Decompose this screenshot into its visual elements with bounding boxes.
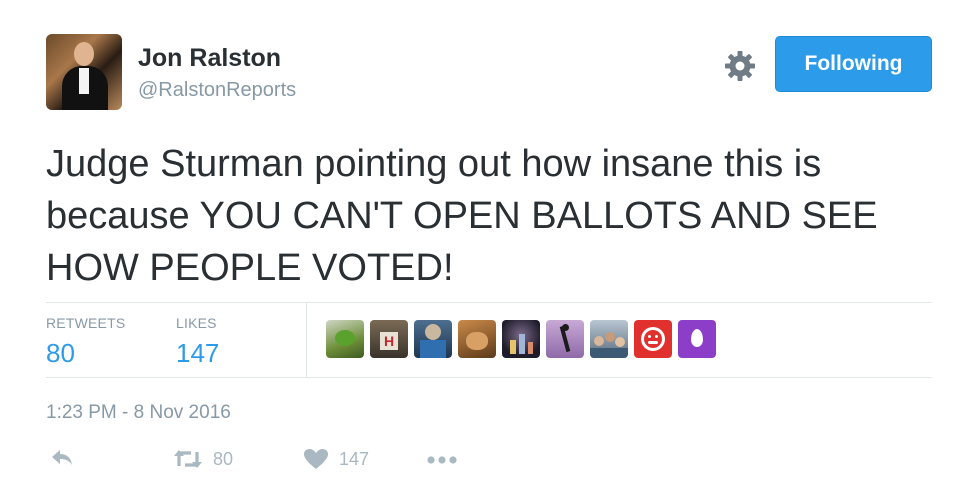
group-photo-avatar[interactable] xyxy=(590,320,628,358)
retweets-label[interactable]: RETWEETS xyxy=(46,315,125,331)
divider xyxy=(46,302,931,303)
following-button[interactable]: Following xyxy=(775,36,932,92)
tweet-timestamp[interactable]: 1:23 PM - 8 Nov 2016 xyxy=(46,402,231,424)
reply-icon xyxy=(52,450,72,465)
dog-avatar[interactable] xyxy=(458,320,496,358)
heart-icon xyxy=(304,449,328,469)
retweet-icon xyxy=(174,450,202,468)
city-night-avatar[interactable] xyxy=(502,320,540,358)
author-avatar[interactable] xyxy=(46,34,122,110)
more-button[interactable] xyxy=(426,455,458,465)
author-handle[interactable]: @RalstonReports xyxy=(138,79,296,102)
author-name[interactable]: Jon Ralston xyxy=(138,44,281,73)
like-count: 147 xyxy=(339,448,370,469)
reply-button[interactable] xyxy=(50,448,74,468)
like-button[interactable]: 147 xyxy=(303,448,369,470)
retweet-button[interactable]: 80 xyxy=(173,448,233,470)
purple-egg-avatar[interactable] xyxy=(678,320,716,358)
letter-h-avatar[interactable]: H xyxy=(370,320,408,358)
gear-icon[interactable] xyxy=(724,50,756,82)
football-player-avatar[interactable] xyxy=(414,320,452,358)
divider xyxy=(46,377,931,378)
frog-avatar[interactable] xyxy=(326,320,364,358)
liker-avatars: H xyxy=(326,320,716,358)
retweet-count: 80 xyxy=(213,448,234,469)
more-dots-icon xyxy=(427,456,457,464)
dancer-avatar[interactable] xyxy=(546,320,584,358)
tweet-text: Judge Sturman pointing out how insane th… xyxy=(46,143,878,289)
retweets-count[interactable]: 80 xyxy=(46,338,75,369)
likes-count[interactable]: 147 xyxy=(176,338,219,369)
likes-label[interactable]: LIKES xyxy=(176,315,217,331)
red-face-avatar[interactable] xyxy=(634,320,672,358)
stats-divider xyxy=(306,303,307,377)
